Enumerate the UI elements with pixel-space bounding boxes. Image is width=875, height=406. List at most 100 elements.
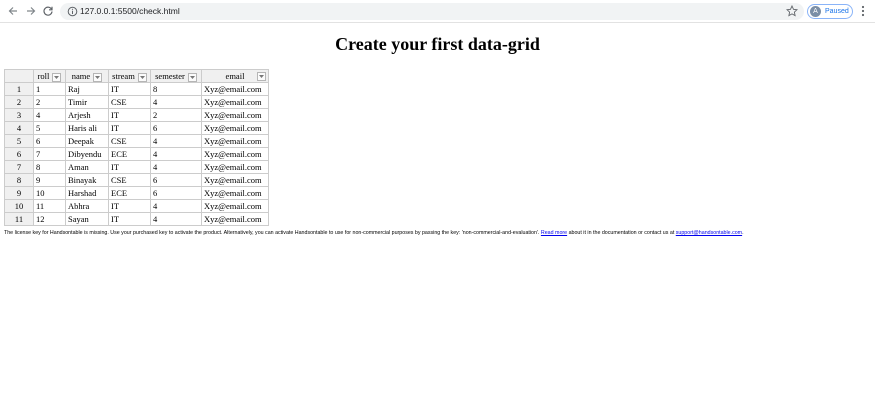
cell-stream[interactable]: IT <box>108 82 151 96</box>
cell-stream[interactable]: IT <box>108 108 151 122</box>
arrow-left-icon <box>8 7 17 15</box>
cell-semester[interactable]: 4 <box>150 147 202 161</box>
dropdown-arrow-icon[interactable] <box>257 72 266 81</box>
row-header[interactable]: 10 <box>4 199 34 213</box>
table-row: 5 6 Deepak CSE 4 Xyz@email.com <box>4 134 269 148</box>
row-header[interactable]: 1 <box>4 82 34 96</box>
license-text-before: The license key for Handsontable is miss… <box>4 230 541 236</box>
cell-name[interactable]: Deepak <box>65 134 109 148</box>
cell-roll[interactable]: 4 <box>33 108 66 122</box>
cell-roll[interactable]: 9 <box>33 173 66 187</box>
cell-roll[interactable]: 2 <box>33 95 66 109</box>
reload-button[interactable] <box>41 4 55 18</box>
url-text[interactable]: 127.0.0.1:5500/check.html <box>80 4 180 19</box>
cell-stream[interactable]: CSE <box>108 134 151 148</box>
cell-roll[interactable]: 12 <box>33 212 66 226</box>
column-header-roll[interactable]: roll <box>33 69 66 83</box>
cell-roll[interactable]: 8 <box>33 160 66 174</box>
cell-semester[interactable]: 4 <box>150 134 202 148</box>
back-button[interactable] <box>6 4 20 18</box>
cell-stream[interactable]: ECE <box>108 147 151 161</box>
cell-name[interactable]: Raj <box>65 82 109 96</box>
cell-email[interactable]: Xyz@email.com <box>201 173 269 187</box>
cell-semester[interactable]: 6 <box>150 121 202 135</box>
cell-stream[interactable]: CSE <box>108 95 151 109</box>
cell-name[interactable]: Arjesh <box>65 108 109 122</box>
cell-name[interactable]: Abhra <box>65 199 109 213</box>
cell-email[interactable]: Xyz@email.com <box>201 186 269 200</box>
cell-name[interactable]: Timir <box>65 95 109 109</box>
row-header[interactable]: 11 <box>4 212 34 226</box>
cell-semester[interactable]: 4 <box>150 199 202 213</box>
cell-name[interactable]: Harshad <box>65 186 109 200</box>
cell-name[interactable]: Sayan <box>65 212 109 226</box>
cell-email[interactable]: Xyz@email.com <box>201 199 269 213</box>
cell-email[interactable]: Xyz@email.com <box>201 95 269 109</box>
cell-stream[interactable]: IT <box>108 212 151 226</box>
cell-roll[interactable]: 11 <box>33 199 66 213</box>
table-row: 7 8 Aman IT 4 Xyz@email.com <box>4 160 269 174</box>
cell-email[interactable]: Xyz@email.com <box>201 160 269 174</box>
cell-email[interactable]: Xyz@email.com <box>201 147 269 161</box>
forward-button[interactable] <box>24 4 38 18</box>
cell-name[interactable]: Aman <box>65 160 109 174</box>
cell-semester[interactable]: 8 <box>150 82 202 96</box>
cell-stream[interactable]: IT <box>108 160 151 174</box>
table-row: 3 4 Arjesh IT 2 Xyz@email.com <box>4 108 269 122</box>
dropdown-arrow-icon[interactable] <box>52 72 62 82</box>
dropdown-arrow-icon[interactable] <box>187 72 197 82</box>
column-header-stream[interactable]: stream <box>108 69 151 83</box>
row-header[interactable]: 9 <box>4 186 34 200</box>
column-header-semester[interactable]: semester <box>150 69 202 83</box>
column-header-email[interactable]: email <box>201 69 269 83</box>
row-header[interactable]: 3 <box>4 108 34 122</box>
cell-roll[interactable]: 1 <box>33 82 66 96</box>
cell-stream[interactable]: IT <box>108 121 151 135</box>
arrow-right-icon <box>27 7 36 15</box>
row-header[interactable]: 5 <box>4 134 34 148</box>
cell-semester[interactable]: 6 <box>150 173 202 187</box>
support-email-link[interactable]: support@handsontable.com <box>676 230 742 236</box>
profile-button[interactable]: A Paused <box>807 4 853 19</box>
license-notice: The license key for Handsontable is miss… <box>4 230 872 237</box>
row-header[interactable]: 4 <box>4 121 34 135</box>
cell-semester[interactable]: 4 <box>150 95 202 109</box>
cell-semester[interactable]: 2 <box>150 108 202 122</box>
corner-cell[interactable] <box>4 69 34 83</box>
cell-semester[interactable]: 4 <box>150 160 202 174</box>
cell-name[interactable]: Haris ali <box>65 121 109 135</box>
cell-email[interactable]: Xyz@email.com <box>201 212 269 226</box>
cell-name[interactable]: Binayak <box>65 173 109 187</box>
cell-stream[interactable]: ECE <box>108 186 151 200</box>
kebab-menu-icon[interactable] <box>859 4 867 18</box>
cell-email[interactable]: Xyz@email.com <box>201 121 269 135</box>
cell-roll[interactable]: 10 <box>33 186 66 200</box>
cell-roll[interactable]: 5 <box>33 121 66 135</box>
dropdown-arrow-icon[interactable] <box>93 72 103 82</box>
cell-roll[interactable]: 7 <box>33 147 66 161</box>
row-header[interactable]: 2 <box>4 95 34 109</box>
page-title: Create your first data-grid <box>335 34 540 54</box>
cell-name[interactable]: Dibyendu <box>65 147 109 161</box>
header-row: roll name stream semester email <box>4 69 269 83</box>
row-header[interactable]: 7 <box>4 160 34 174</box>
row-header[interactable]: 6 <box>4 147 34 161</box>
table-row: 9 10 Harshad ECE 6 Xyz@email.com <box>4 186 269 200</box>
cell-stream[interactable]: CSE <box>108 173 151 187</box>
cell-email[interactable]: Xyz@email.com <box>201 82 269 96</box>
address-bar[interactable]: 127.0.0.1:5500/check.html <box>60 3 804 20</box>
cell-roll[interactable]: 6 <box>33 134 66 148</box>
column-header-name[interactable]: name <box>65 69 109 83</box>
cell-email[interactable]: Xyz@email.com <box>201 108 269 122</box>
cell-semester[interactable]: 6 <box>150 186 202 200</box>
column-header-label: stream <box>112 71 135 81</box>
row-header[interactable]: 8 <box>4 173 34 187</box>
cell-stream[interactable]: IT <box>108 199 151 213</box>
cell-email[interactable]: Xyz@email.com <box>201 134 269 148</box>
cell-semester[interactable]: 4 <box>150 212 202 226</box>
star-icon[interactable] <box>786 5 798 17</box>
read-more-link[interactable]: Read more <box>541 230 567 236</box>
table-row: 1 1 Raj IT 8 Xyz@email.com <box>4 82 269 96</box>
site-info-icon[interactable] <box>67 6 78 17</box>
dropdown-arrow-icon[interactable] <box>137 72 147 82</box>
